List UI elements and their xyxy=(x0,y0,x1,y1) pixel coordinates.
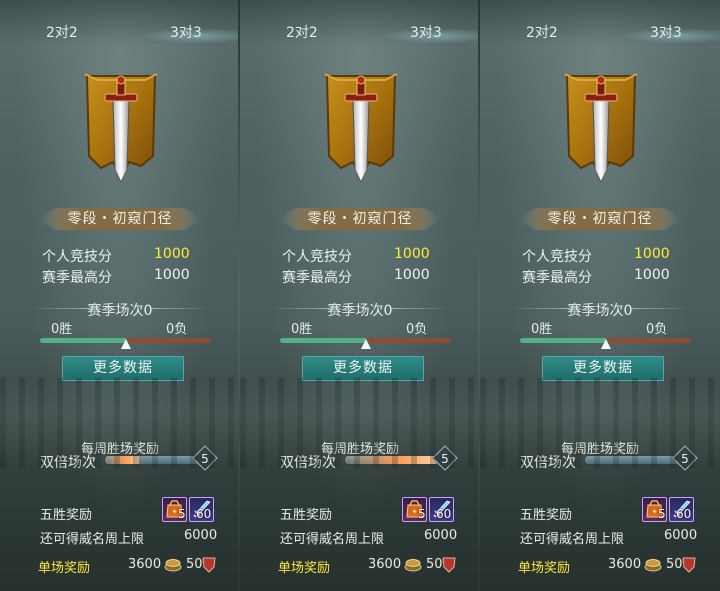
personal-score-value: 1000 xyxy=(634,246,670,262)
weekly-limit-value: 6000 xyxy=(184,528,218,543)
win-count: 0胜 xyxy=(51,322,73,337)
honor-shield-icon xyxy=(682,557,696,573)
honor-reward-value: 50 xyxy=(666,557,683,572)
arena-panel: 2对2 3对3 零段・初窥门径 个人竞技分 1000 赛季最高分 1000 赛季… xyxy=(0,0,240,591)
weekly-progress-bar xyxy=(104,455,202,465)
single-match-reward-label: 单场奖励 xyxy=(278,561,331,576)
single-match-reward-label: 单场奖励 xyxy=(518,561,571,576)
honor-shield-icon xyxy=(442,557,456,573)
season-best-label: 赛季最高分 xyxy=(522,270,592,286)
personal-score-value: 1000 xyxy=(394,246,430,262)
season-matches-title: 赛季场次0 xyxy=(327,303,393,319)
season-best-value: 1000 xyxy=(634,267,670,283)
sword-count: 60 xyxy=(196,507,212,521)
coin-icon xyxy=(164,559,182,572)
rank-name: 零段・初窥门径 xyxy=(307,211,413,227)
single-match-reward-label: 单场奖励 xyxy=(38,561,91,576)
weekly-max-count: 5 xyxy=(441,452,449,466)
loss-count: 0负 xyxy=(406,322,428,337)
rank-name: 零段・初窥门径 xyxy=(67,211,173,227)
win-fill xyxy=(40,338,126,343)
tab-2v2[interactable]: 2对2 xyxy=(286,22,318,42)
honor-reward-value: 50 xyxy=(186,557,203,572)
coin-reward-value: 3600 xyxy=(608,557,642,572)
honor-shield-icon xyxy=(202,557,216,573)
weekly-limit-label: 还可得威名周上限 xyxy=(520,532,625,547)
more-data-button[interactable]: 更多数据 xyxy=(542,356,664,381)
five-win-reward-label: 五胜奖励 xyxy=(520,508,573,523)
season-best-label: 赛季最高分 xyxy=(42,270,112,286)
season-best-label: 赛季最高分 xyxy=(282,270,352,286)
coin-reward-value: 3600 xyxy=(128,557,162,572)
personal-score-label: 个人竞技分 xyxy=(282,249,352,265)
pouch-count: 5 xyxy=(658,507,666,521)
weekly-limit-value: 6000 xyxy=(424,528,458,543)
svg-text:✦: ✦ xyxy=(652,508,658,516)
season-matches-title: 赛季场次0 xyxy=(87,303,153,319)
arena-panel: 2对2 3对3 零段・初窥门径 个人竞技分 1000 赛季最高分 1000 赛季… xyxy=(480,0,720,591)
honor-reward-value: 50 xyxy=(426,557,443,572)
coin-reward-value: 3600 xyxy=(368,557,402,572)
weekly-limit-value: 6000 xyxy=(664,528,698,543)
tab-2v2[interactable]: 2对2 xyxy=(526,22,558,42)
arena-panel: 2对2 3对3 零段・初窥门径 个人竞技分 1000 赛季最高分 1000 赛季… xyxy=(240,0,480,591)
season-best-value: 1000 xyxy=(394,267,430,283)
pouch-count: 5 xyxy=(418,507,426,521)
panel-divider xyxy=(478,0,480,591)
double-matches-label: 双倍场次 xyxy=(40,455,96,471)
loss-count: 0负 xyxy=(646,322,668,337)
weekly-progress-bar xyxy=(344,455,442,465)
svg-text:✦: ✦ xyxy=(412,508,418,516)
panel-divider xyxy=(238,0,240,591)
double-matches-label: 双倍场次 xyxy=(280,455,336,471)
rank-name: 零段・初窥门径 xyxy=(547,211,653,227)
win-count: 0胜 xyxy=(291,322,313,337)
tab-3v3[interactable]: 3对3 xyxy=(170,22,202,42)
win-fill xyxy=(280,338,366,343)
rank-emblem-icon xyxy=(84,73,158,184)
ratio-marker-icon xyxy=(120,339,131,349)
svg-text:✦: ✦ xyxy=(172,508,178,516)
sword-count: 60 xyxy=(436,507,452,521)
weekly-limit-label: 还可得威名周上限 xyxy=(280,532,385,547)
weekly-progress-fill xyxy=(105,456,139,464)
season-best-value: 1000 xyxy=(154,267,190,283)
five-win-reward-label: 五胜奖励 xyxy=(280,508,333,523)
rank-emblem-icon xyxy=(564,73,638,184)
personal-score-label: 个人竞技分 xyxy=(42,249,112,265)
sword-count: 60 xyxy=(676,507,692,521)
personal-score-label: 个人竞技分 xyxy=(522,249,592,265)
weekly-limit-label: 还可得威名周上限 xyxy=(40,532,145,547)
coin-icon xyxy=(404,559,422,572)
ratio-marker-icon xyxy=(360,339,371,349)
win-fill xyxy=(520,338,606,343)
coin-icon xyxy=(644,559,662,572)
weekly-progress-fill xyxy=(345,456,437,464)
season-matches-title: 赛季场次0 xyxy=(567,303,633,319)
five-win-reward-label: 五胜奖励 xyxy=(40,508,93,523)
more-data-button[interactable]: 更多数据 xyxy=(302,356,424,381)
weekly-max-count: 5 xyxy=(681,452,689,466)
loss-count: 0负 xyxy=(166,322,188,337)
win-count: 0胜 xyxy=(531,322,553,337)
tab-3v3[interactable]: 3对3 xyxy=(650,22,682,42)
tab-3v3[interactable]: 3对3 xyxy=(410,22,442,42)
more-data-button[interactable]: 更多数据 xyxy=(62,356,184,381)
weekly-progress-bar xyxy=(584,455,682,465)
ratio-marker-icon xyxy=(600,339,611,349)
pouch-count: 5 xyxy=(178,507,186,521)
personal-score-value: 1000 xyxy=(154,246,190,262)
weekly-max-count: 5 xyxy=(201,452,209,466)
tab-2v2[interactable]: 2对2 xyxy=(46,22,78,42)
double-matches-label: 双倍场次 xyxy=(520,455,576,471)
rank-emblem-icon xyxy=(324,73,398,184)
